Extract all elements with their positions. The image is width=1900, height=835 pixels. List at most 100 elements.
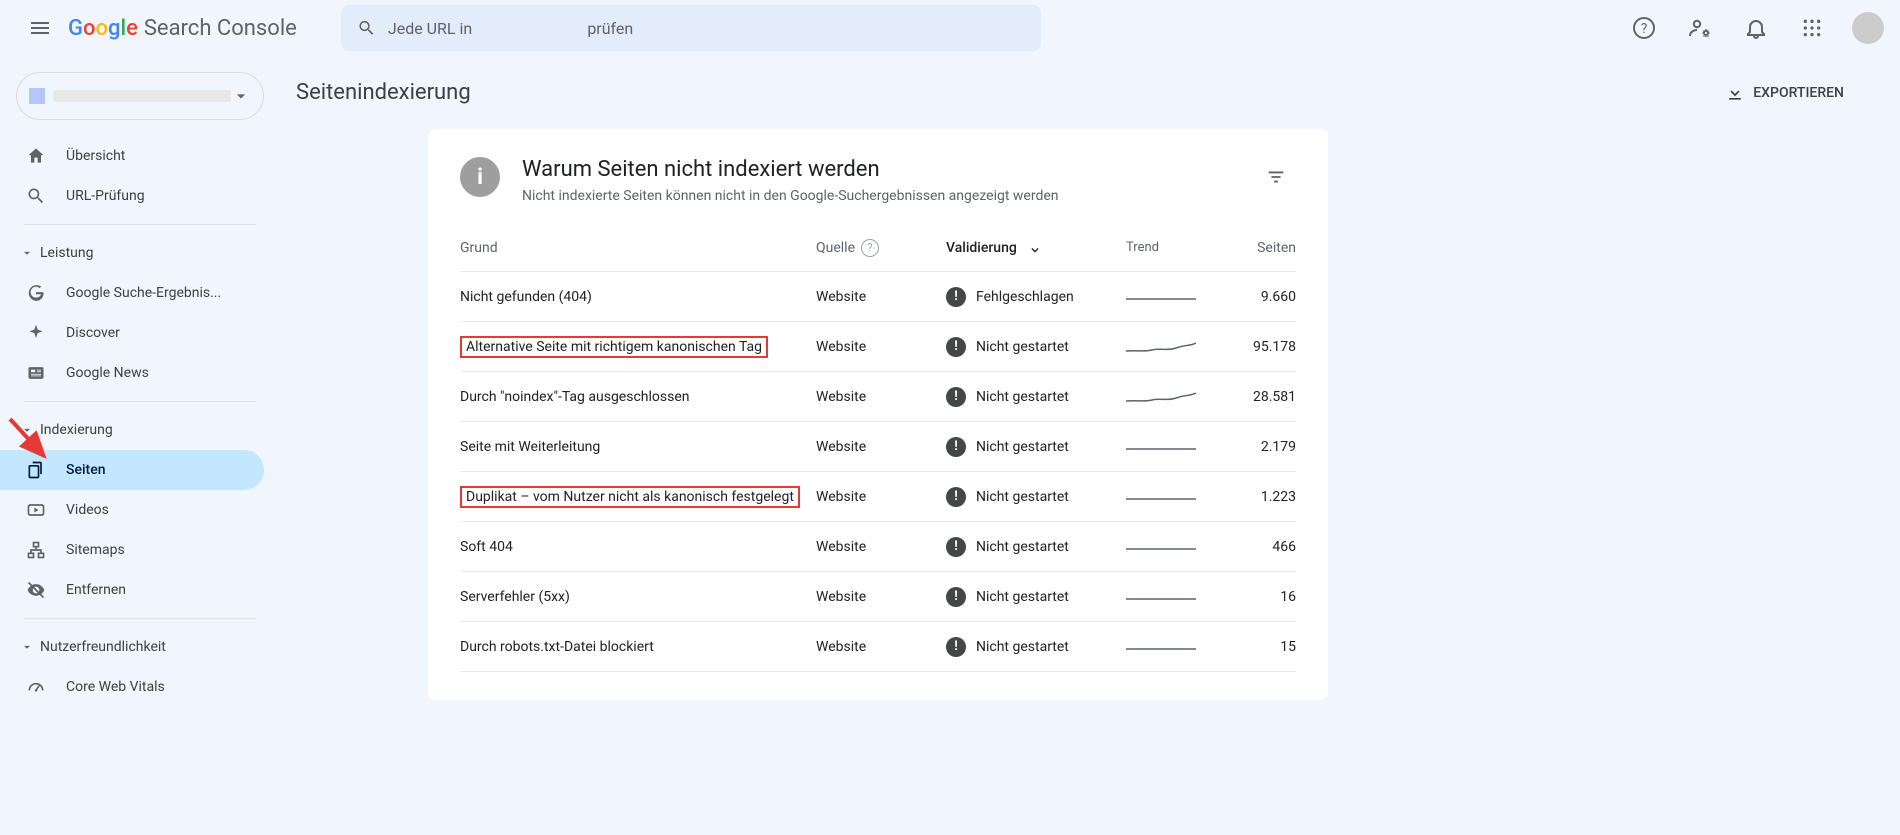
cell-trend xyxy=(1126,437,1216,457)
sidebar-item-videos[interactable]: Videos xyxy=(0,490,264,530)
sidebar-item-pages[interactable]: Seiten xyxy=(0,450,264,490)
col-header-trend: Trend xyxy=(1126,240,1216,255)
cell-validation: !Nicht gestartet xyxy=(946,437,1126,457)
arrow-down-icon xyxy=(1027,240,1043,256)
cell-source: Website xyxy=(816,639,946,655)
help-button[interactable]: ? xyxy=(1620,4,1668,52)
hamburger-menu-button[interactable] xyxy=(16,4,64,52)
chevron-down-icon xyxy=(231,86,251,106)
cell-validation: !Nicht gestartet xyxy=(946,487,1126,507)
speed-icon xyxy=(24,675,48,699)
sidebar-item-news[interactable]: Google News xyxy=(0,353,264,393)
cell-reason: Durch robots.txt-Datei blockiert xyxy=(460,639,816,655)
chevron-down-icon xyxy=(20,640,40,654)
table-row[interactable]: Duplikat – vom Nutzer nicht als kanonisc… xyxy=(460,472,1296,522)
cell-validation: !Nicht gestartet xyxy=(946,637,1126,657)
topbar: Google Search Console ? xyxy=(0,0,1900,56)
cell-source: Website xyxy=(816,589,946,605)
sitemap-icon xyxy=(24,538,48,562)
video-icon xyxy=(24,498,48,522)
google-logo: Google xyxy=(68,16,138,41)
sidebar-item-overview[interactable]: Übersicht xyxy=(0,136,264,176)
exclamation-icon: ! xyxy=(946,437,966,457)
cell-source: Website xyxy=(816,389,946,405)
cell-reason: Seite mit Weiterleitung xyxy=(460,439,816,455)
section-ux[interactable]: Nutzerfreundlichkeit xyxy=(0,627,280,667)
notifications-button[interactable] xyxy=(1732,4,1780,52)
top-actions: ? xyxy=(1620,4,1884,52)
cell-validation: !Fehlgeschlagen xyxy=(946,287,1126,307)
cell-pages: 16 xyxy=(1216,589,1296,605)
cell-reason: Soft 404 xyxy=(460,539,816,555)
table-row[interactable]: Seite mit WeiterleitungWebsite!Nicht ges… xyxy=(460,422,1296,472)
cell-reason: Serverfehler (5xx) xyxy=(460,589,816,605)
sidebar-item-cwv[interactable]: Core Web Vitals xyxy=(0,667,264,707)
cell-source: Website xyxy=(816,339,946,355)
divider xyxy=(24,401,256,402)
sidebar-label: Core Web Vitals xyxy=(66,679,165,695)
discover-icon xyxy=(24,321,48,345)
cell-reason: Alternative Seite mit richtigem kanonisc… xyxy=(460,336,816,358)
cell-pages: 15 xyxy=(1216,639,1296,655)
property-name-placeholder xyxy=(53,90,231,102)
cell-source: Website xyxy=(816,489,946,505)
product-name: Search Console xyxy=(144,16,297,41)
table-row[interactable]: Durch robots.txt-Datei blockiertWebsite!… xyxy=(460,622,1296,672)
filter-button[interactable] xyxy=(1256,157,1296,197)
table-row[interactable]: Serverfehler (5xx)Website!Nicht gestarte… xyxy=(460,572,1296,622)
col-header-validation[interactable]: Validierung xyxy=(946,240,1126,256)
export-label: EXPORTIEREN xyxy=(1753,85,1844,101)
logo[interactable]: Google Search Console xyxy=(68,16,297,41)
section-indexing[interactable]: Indexierung xyxy=(0,410,280,450)
page-title: Seitenindexierung xyxy=(296,80,471,105)
cell-reason: Duplikat – vom Nutzer nicht als kanonisc… xyxy=(460,486,816,508)
cell-source: Website xyxy=(816,539,946,555)
exclamation-icon: ! xyxy=(946,337,966,357)
cell-pages: 28.581 xyxy=(1216,389,1296,405)
url-search-input[interactable] xyxy=(388,19,1025,38)
cell-pages: 2.179 xyxy=(1216,439,1296,455)
home-icon xyxy=(24,144,48,168)
url-search-bar[interactable] xyxy=(341,5,1041,51)
property-selector[interactable] xyxy=(16,72,264,120)
news-icon xyxy=(24,361,48,385)
col-header-pages: Seiten xyxy=(1216,240,1296,256)
sidebar-item-search-results[interactable]: Google Suche-Ergebnis... xyxy=(0,273,264,313)
apps-button[interactable] xyxy=(1788,4,1836,52)
exclamation-icon: ! xyxy=(946,387,966,407)
cell-trend xyxy=(1126,487,1216,507)
pages-icon xyxy=(24,458,48,482)
exclamation-icon: ! xyxy=(946,637,966,657)
sidebar-item-discover[interactable]: Discover xyxy=(0,313,264,353)
sidebar-item-sitemaps[interactable]: Sitemaps xyxy=(0,530,264,570)
bell-icon xyxy=(1744,16,1768,40)
export-button[interactable]: EXPORTIEREN xyxy=(1725,83,1844,103)
account-avatar[interactable] xyxy=(1852,12,1884,44)
user-settings-button[interactable] xyxy=(1676,4,1724,52)
section-performance[interactable]: Leistung xyxy=(0,233,280,273)
cell-trend xyxy=(1126,587,1216,607)
table-row[interactable]: Alternative Seite mit richtigem kanonisc… xyxy=(460,322,1296,372)
sidebar-item-remove[interactable]: Entfernen xyxy=(0,570,264,610)
table-row[interactable]: Soft 404Website!Nicht gestartet466 xyxy=(460,522,1296,572)
chevron-down-icon xyxy=(20,423,40,437)
cell-pages: 95.178 xyxy=(1216,339,1296,355)
sidebar-item-url-inspection[interactable]: URL-Prüfung xyxy=(0,176,264,216)
exclamation-icon: ! xyxy=(946,487,966,507)
help-icon[interactable]: ? xyxy=(861,239,879,257)
cell-trend xyxy=(1126,337,1216,357)
main-content: Seitenindexierung EXPORTIEREN i Warum Se… xyxy=(280,56,1900,835)
page-header: Seitenindexierung EXPORTIEREN xyxy=(288,80,1852,129)
col-header-reason: Grund xyxy=(460,240,816,256)
card-subtitle: Nicht indexierte Seiten können nicht in … xyxy=(522,188,1059,204)
sidebar-label: Sitemaps xyxy=(66,542,125,558)
divider xyxy=(24,618,256,619)
table-row[interactable]: Durch "noindex"-Tag ausgeschlossenWebsit… xyxy=(460,372,1296,422)
cell-trend xyxy=(1126,537,1216,557)
table-row[interactable]: Nicht gefunden (404)Website!Fehlgeschlag… xyxy=(460,272,1296,322)
card-title: Warum Seiten nicht indexiert werden xyxy=(522,157,1059,182)
section-label: Nutzerfreundlichkeit xyxy=(40,639,166,655)
apps-grid-icon xyxy=(1802,18,1822,38)
sidebar-label: Google News xyxy=(66,365,149,381)
table-header: Grund Quelle ? Validierung Trend Seiten xyxy=(460,224,1296,272)
